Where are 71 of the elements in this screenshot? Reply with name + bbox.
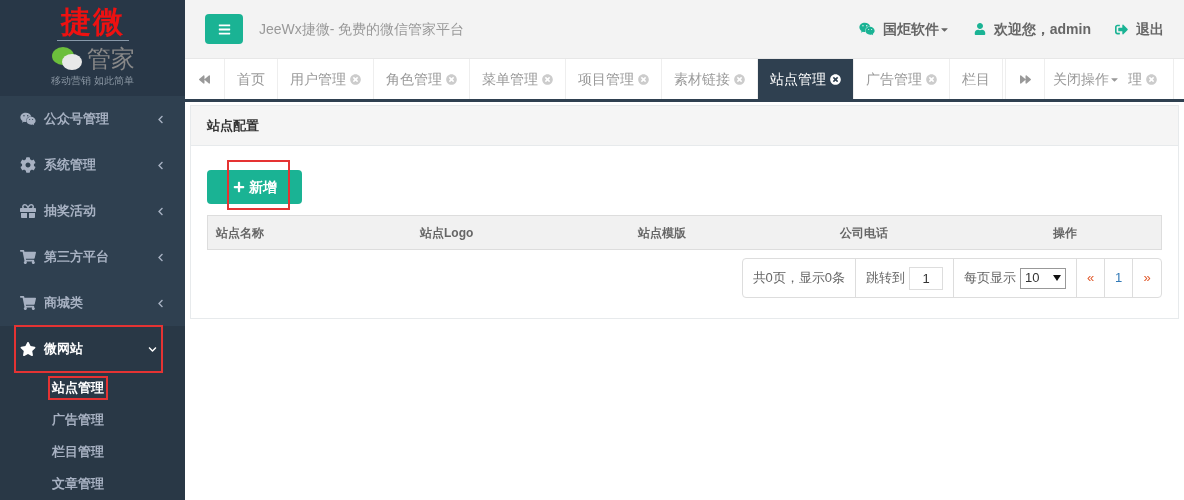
jump-label: 跳转到	[866, 269, 905, 288]
column-header: 站点模版	[638, 224, 687, 242]
user-icon	[973, 23, 986, 35]
app-title: JeeWx捷微- 免费的微信管家平台	[259, 19, 465, 39]
sidebar-item-label: 第三方平台	[44, 248, 109, 267]
chevron-left-icon	[156, 206, 165, 216]
page-size-select[interactable]: 10	[1020, 267, 1066, 289]
chat-bubbles-icon	[50, 46, 83, 72]
chevron-down-icon	[148, 344, 157, 354]
logout-icon	[1115, 22, 1128, 36]
menu-icon	[217, 22, 231, 36]
page-tab[interactable]: 角色管理	[374, 59, 470, 99]
cart-icon	[20, 249, 36, 265]
star-icon	[20, 341, 36, 357]
chevron-left-icon	[156, 114, 165, 124]
chevron-left-icon	[156, 298, 165, 308]
sidebar-item-label: 系统管理	[44, 156, 96, 175]
sidebar-item-label: 抽奖活动	[44, 202, 96, 221]
page-tab[interactable]: 广告管理	[854, 59, 950, 99]
chat-bubbles-icon	[20, 111, 36, 127]
cart-icon	[20, 295, 36, 311]
logo-slogan: 移动营销 如此简单	[51, 75, 134, 87]
panel-title: 站点配置	[207, 116, 259, 135]
sidebar-item-label: 公众号管理	[44, 110, 109, 129]
double-right-icon	[1019, 73, 1031, 85]
sidebar-item-label: 微网站	[44, 340, 83, 359]
page-size-label: 每页显示	[964, 269, 1016, 288]
sidebar-item[interactable]: 抽奖活动	[20, 189, 165, 233]
page-tab[interactable]: 用户管理	[278, 59, 374, 99]
sidebar-item[interactable]: 微网站	[16, 327, 161, 371]
sidebar-item[interactable]: 商城类	[20, 281, 165, 325]
close-icon[interactable]	[830, 73, 841, 85]
jump-input[interactable]: 1	[909, 266, 943, 290]
account-menu[interactable]: 国炬软件	[858, 18, 950, 40]
chevron-left-icon	[156, 252, 165, 262]
submenu-item[interactable]: 站点管理	[50, 378, 106, 398]
menu-button[interactable]	[205, 14, 243, 44]
dropdown-triangle-icon	[1053, 275, 1061, 281]
scroll-right-button[interactable]	[1005, 59, 1045, 99]
page-tab[interactable]: 栏目	[950, 59, 1003, 99]
sidebar-item[interactable]: 公众号管理	[20, 97, 165, 141]
sidebar-item[interactable]: 第三方平台	[20, 235, 165, 279]
page-tab[interactable]: 项目管理	[566, 59, 662, 99]
submenu-item[interactable]: 栏目管理	[50, 442, 106, 462]
gear-icon	[20, 157, 36, 173]
tab-label: 理	[1128, 69, 1142, 89]
submenu-item[interactable]: 文章管理	[50, 474, 106, 494]
double-left-icon	[199, 73, 210, 85]
next-page-link[interactable]: »	[1133, 259, 1161, 297]
column-header: 公司电话	[840, 224, 889, 242]
column-header: 站点名称	[216, 224, 265, 242]
page-link[interactable]: 1	[1105, 259, 1133, 297]
column-header: 操作	[1053, 224, 1078, 242]
logo-title: 捷微	[56, 4, 129, 41]
sidebar-item-label: 商城类	[44, 294, 83, 313]
logout-link[interactable]: 退出	[1115, 18, 1164, 40]
logo-subtitle: 管家	[86, 45, 135, 73]
chevron-left-icon	[156, 160, 165, 170]
sidebar-item[interactable]: 系统管理	[20, 143, 165, 187]
welcome-link[interactable]: 欢迎您，admin	[973, 18, 1091, 40]
column-header: 站点Logo	[420, 224, 475, 242]
page-tab[interactable]: 菜单管理	[470, 59, 566, 99]
chat-bubbles-icon	[858, 21, 875, 37]
page-tab[interactable]: 首页	[225, 59, 278, 99]
add-button[interactable]: 新增	[207, 170, 302, 204]
plus-icon	[232, 181, 245, 193]
page-summary: 共0页，显示0条	[742, 259, 856, 297]
submenu-item[interactable]: 广告管理	[50, 410, 106, 430]
prev-page-link[interactable]: «	[1077, 259, 1105, 297]
gift-icon	[20, 203, 36, 219]
page-tab[interactable]: 站点管理	[758, 59, 854, 99]
